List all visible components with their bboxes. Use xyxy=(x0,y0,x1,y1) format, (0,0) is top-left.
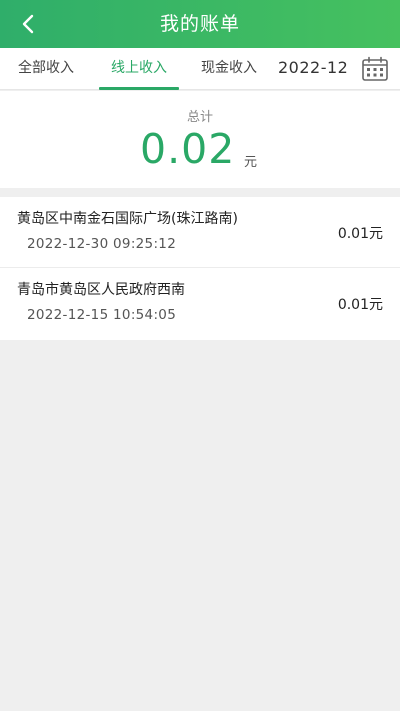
total-label: 总计 xyxy=(186,110,213,125)
transaction-time: 2022-12-15 10:54:05 xyxy=(27,307,177,323)
active-tab-indicator xyxy=(99,87,179,90)
app-header: 我的账单 xyxy=(0,0,400,48)
month-selector[interactable]: 2022-12 xyxy=(278,48,348,90)
tab-all-income[interactable]: 全部收入 xyxy=(6,48,86,90)
transaction-amount: 0.01元 xyxy=(337,226,383,242)
total-summary: 总计 0.02 元 xyxy=(0,91,400,188)
transaction-amount: 0.01元 xyxy=(337,297,383,313)
total-amount: 0.02 xyxy=(140,125,236,173)
transaction-location: 黄岛区中南金石国际广场(珠江路南) xyxy=(17,211,238,227)
tab-cash-income[interactable]: 现金收入 xyxy=(189,48,269,90)
calendar-button[interactable] xyxy=(361,56,389,82)
transaction-time: 2022-12-30 09:25:12 xyxy=(27,236,177,252)
calendar-icon xyxy=(362,56,388,81)
tab-online-income[interactable]: 线上收入 xyxy=(99,48,179,90)
list-item[interactable]: 青岛市黄岛区人民政府西南 2022-12-15 10:54:05 0.01元 xyxy=(0,268,400,340)
tab-label: 全部收入 xyxy=(18,60,74,76)
page-title: 我的账单 xyxy=(159,13,240,35)
income-tabs: 全部收入 线上收入 现金收入 2022-12 xyxy=(0,48,400,90)
tab-label: 线上收入 xyxy=(111,60,167,76)
transaction-location: 青岛市黄岛区人民政府西南 xyxy=(17,282,185,298)
transaction-list: 黄岛区中南金石国际广场(珠江路南) 2022-12-30 09:25:12 0.… xyxy=(0,197,400,340)
tab-label: 现金收入 xyxy=(201,60,257,76)
total-unit: 元 xyxy=(244,155,258,170)
list-item[interactable]: 黄岛区中南金石国际广场(珠江路南) 2022-12-30 09:25:12 0.… xyxy=(0,197,400,268)
